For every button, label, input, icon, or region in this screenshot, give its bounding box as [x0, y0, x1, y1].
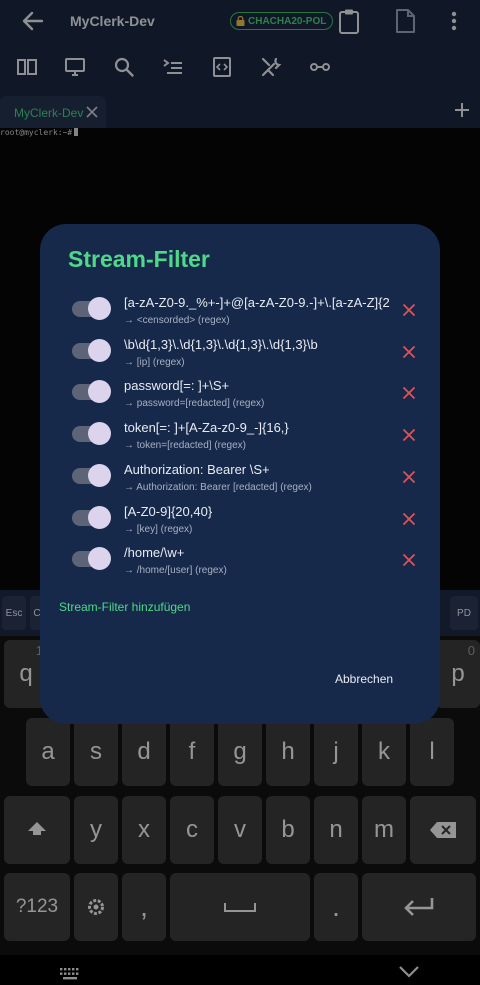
filter-replacement: → /home/[user] (regex) [124, 565, 227, 577]
add-filter-button[interactable]: Stream-Filter hinzufügen [59, 600, 190, 614]
filter-toggle[interactable] [72, 338, 111, 362]
toggle-thumb [88, 422, 111, 446]
filter-row: token[=: ]+[A-Za-z0-9_-]{16,} → token=[re… [40, 418, 440, 458]
filter-toggle[interactable] [72, 297, 111, 320]
delete-filter-icon[interactable] [402, 386, 416, 400]
delete-filter-icon[interactable] [402, 553, 416, 567]
filter-replacement: → Authorization: Bearer [redacted] (rege… [124, 481, 312, 493]
filter-replacement: → [key] (regex) [124, 523, 193, 535]
filter-toggle[interactable] [72, 547, 111, 571]
filter-pattern: token[=: ]+[A-Za-z0-9_-]{16,} [124, 420, 289, 436]
delete-filter-icon[interactable] [402, 470, 416, 484]
filter-pattern: Authorization: Bearer \S+ [124, 461, 270, 477]
filter-replacement: → password=[redacted] (regex) [124, 398, 265, 410]
filter-replacement: → [ip] (regex) [124, 356, 185, 368]
delete-filter-icon[interactable] [402, 345, 416, 359]
filter-pattern: [a-zA-Z0-9._%+-]+@[a-zA-Z0-9.-]+\.[a-zA-… [124, 295, 390, 310]
filter-pattern: password[=: ]+\S+ [124, 378, 230, 394]
filter-replacement: → <censorded> (regex) [124, 315, 230, 326]
cancel-button[interactable]: Abbrechen [335, 672, 393, 686]
toggle-thumb [88, 463, 111, 487]
filter-row: password[=: ]+\S+ → password=[redacted] (… [40, 376, 440, 416]
toggle-thumb [88, 547, 111, 571]
delete-filter-icon[interactable] [402, 512, 416, 526]
filter-pattern: \b\d{1,3}\.\d{1,3}\.\d{1,3}\.\d{1,3}\b [124, 336, 318, 352]
delete-filter-icon[interactable] [402, 428, 416, 442]
filter-row: Authorization: Bearer \S+ → Authorization… [40, 460, 440, 500]
filter-pattern: /home/\w+ [124, 545, 185, 561]
dialog-title: Stream-Filter [68, 246, 210, 272]
filter-replacement: → token=[redacted] (regex) [124, 440, 247, 452]
toggle-thumb [88, 297, 111, 320]
filter-row: [a-zA-Z0-9._%+-]+@[a-zA-Z0-9.-]+\.[a-zA-… [40, 293, 440, 333]
filter-pattern: [A-Z0-9]{20,40} [124, 503, 213, 519]
filter-toggle[interactable] [72, 422, 111, 446]
filter-toggle[interactable] [72, 505, 111, 529]
filter-row: [A-Z0-9]{20,40} → [key] (regex) [40, 502, 440, 542]
toggle-thumb [88, 338, 111, 362]
stream-filter-dialog: Stream-Filter [a-zA-Z0-9._%+-]+@[a-zA-Z0… [40, 224, 440, 724]
filter-toggle[interactable] [72, 463, 111, 487]
toggle-thumb [88, 380, 111, 404]
toggle-thumb [88, 505, 111, 529]
delete-filter-icon[interactable] [402, 303, 416, 317]
filter-toggle[interactable] [72, 380, 111, 404]
filter-row: \b\d{1,3}\.\d{1,3}\.\d{1,3}\.\d{1,3}\b → … [40, 335, 440, 375]
filter-row: /home/\w+ → /home/[user] (regex) [40, 543, 440, 583]
